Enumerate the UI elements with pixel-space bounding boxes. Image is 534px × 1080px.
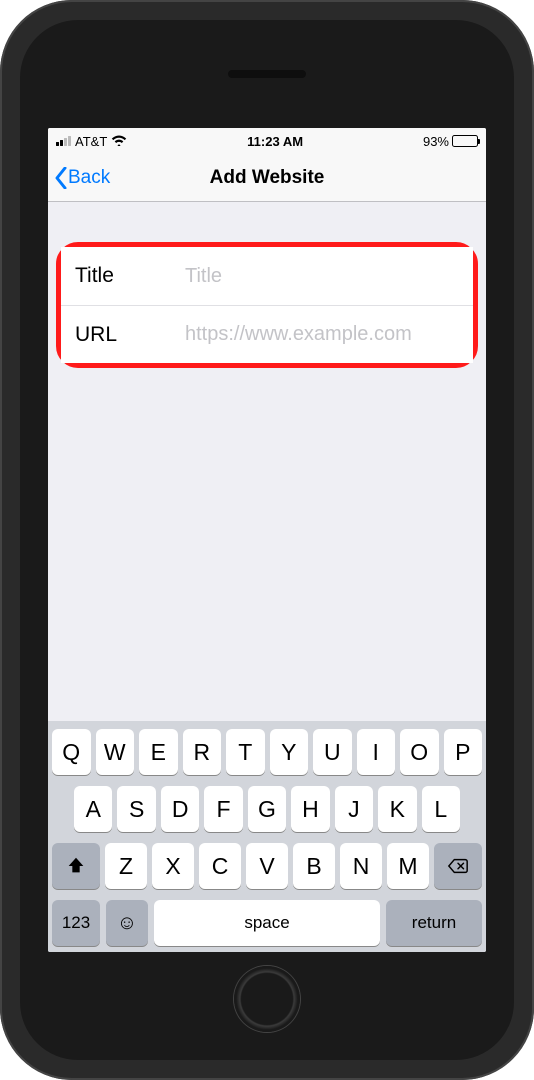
delete-key[interactable] [434, 843, 482, 889]
emoji-icon: ☺ [117, 912, 137, 935]
home-button[interactable] [234, 966, 300, 1032]
numeric-key[interactable]: 123 [52, 900, 100, 946]
content-area: Title URL [48, 202, 486, 721]
shift-key[interactable] [52, 843, 100, 889]
key-j[interactable]: J [335, 786, 373, 832]
key-m[interactable]: M [387, 843, 429, 889]
battery-icon [452, 135, 478, 147]
keyboard-row-4: 123 ☺ space return [52, 900, 482, 946]
title-row: Title [61, 247, 473, 305]
key-o[interactable]: O [400, 729, 439, 775]
key-w[interactable]: W [96, 729, 135, 775]
space-key[interactable]: space [154, 900, 380, 946]
return-key[interactable]: return [386, 900, 482, 946]
form-group: Title URL [61, 247, 473, 363]
key-z[interactable]: Z [105, 843, 147, 889]
key-g[interactable]: G [248, 786, 286, 832]
status-bar: AT&T 11:23 AM 93% [48, 128, 486, 154]
title-label: Title [75, 264, 185, 288]
key-p[interactable]: P [444, 729, 483, 775]
keyboard-row-2: ASDFGHJKL [52, 786, 482, 832]
shift-icon [65, 855, 87, 877]
key-v[interactable]: V [246, 843, 288, 889]
key-i[interactable]: I [357, 729, 396, 775]
signal-icon [56, 136, 71, 146]
url-label: URL [75, 323, 185, 347]
key-b[interactable]: B [293, 843, 335, 889]
key-k[interactable]: K [378, 786, 416, 832]
keyboard-row-3: ZXCVBNM [52, 843, 482, 889]
back-label: Back [68, 167, 110, 189]
key-s[interactable]: S [117, 786, 155, 832]
keyboard-row-1: QWERTYUIOP [52, 729, 482, 775]
key-c[interactable]: C [199, 843, 241, 889]
title-input[interactable] [185, 265, 459, 288]
nav-bar: Back Add Website [48, 154, 486, 202]
key-a[interactable]: A [74, 786, 112, 832]
url-input[interactable] [185, 323, 459, 346]
key-f[interactable]: F [204, 786, 242, 832]
url-row: URL [61, 305, 473, 363]
wifi-icon [111, 134, 127, 149]
page-title: Add Website [210, 167, 325, 189]
key-q[interactable]: Q [52, 729, 91, 775]
key-u[interactable]: U [313, 729, 352, 775]
key-t[interactable]: T [226, 729, 265, 775]
key-x[interactable]: X [152, 843, 194, 889]
back-button[interactable]: Back [54, 167, 110, 189]
phone-frame: AT&T 11:23 AM 93% Back Add Website [0, 0, 534, 1080]
key-y[interactable]: Y [270, 729, 309, 775]
key-h[interactable]: H [291, 786, 329, 832]
chevron-left-icon [54, 167, 68, 189]
screen: AT&T 11:23 AM 93% Back Add Website [48, 128, 486, 952]
carrier-label: AT&T [75, 134, 107, 149]
key-d[interactable]: D [161, 786, 199, 832]
status-time: 11:23 AM [247, 134, 303, 149]
emoji-key[interactable]: ☺ [106, 900, 148, 946]
annotation-highlight: Title URL [56, 242, 478, 368]
battery-percent: 93% [423, 134, 449, 149]
key-n[interactable]: N [340, 843, 382, 889]
backspace-icon [447, 855, 469, 877]
key-e[interactable]: E [139, 729, 178, 775]
keyboard: QWERTYUIOP ASDFGHJKL ZXCVBNM 123 ☺ [48, 721, 486, 952]
key-l[interactable]: L [422, 786, 460, 832]
speaker-slot [228, 70, 306, 78]
key-r[interactable]: R [183, 729, 222, 775]
